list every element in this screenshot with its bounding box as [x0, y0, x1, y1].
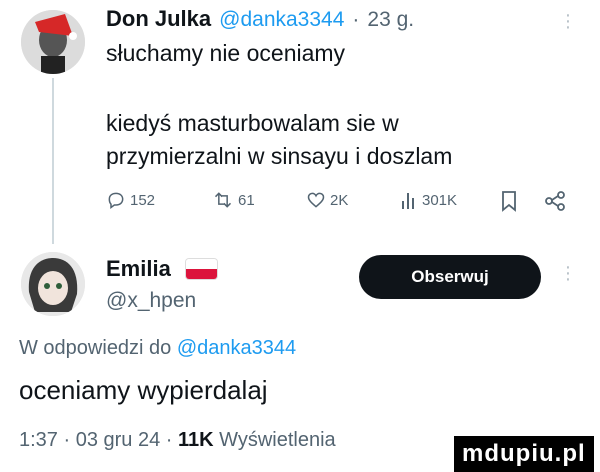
tweet1-line2: kiedyś masturbowalam sie w	[106, 110, 399, 136]
more-icon[interactable]: · · ·	[564, 5, 572, 37]
avatar-image	[21, 252, 85, 316]
retweet-button[interactable]: 61	[212, 190, 255, 210]
tweet1-header: Don Julka @danka3344 · 23 g.	[106, 6, 414, 32]
watermark-logo: mdupiu.pl	[454, 436, 594, 472]
reply-icon	[108, 192, 124, 209]
tweet-time[interactable]: 23 g.	[367, 8, 414, 32]
poland-flag-icon	[186, 259, 217, 279]
tweet-timestamp[interactable]: 1:37 · 03 gru 24 ·	[19, 429, 172, 451]
thread-line	[52, 78, 54, 244]
avatar-image	[21, 10, 85, 74]
avatar-don-julka[interactable]	[21, 10, 85, 74]
tweet1-line3: przymierzalni w sinsayu i doszlam	[106, 143, 453, 169]
retweet-count: 61	[238, 191, 255, 209]
bookmark-icon	[502, 191, 516, 212]
reply-to-handle[interactable]: @danka3344	[177, 337, 296, 359]
tweet1-line1: słuchamy nie oceniamy	[106, 40, 346, 66]
author-handle[interactable]: @danka3344	[219, 8, 344, 32]
reply-count: 152	[130, 191, 156, 209]
follow-button[interactable]: Obserwuj	[359, 255, 541, 299]
like-count: 2K	[330, 191, 349, 209]
retweet-icon	[214, 192, 232, 208]
views-label: Wyświetlenia	[219, 429, 336, 451]
views-total: 11K	[178, 429, 214, 451]
like-icon	[307, 192, 325, 208]
reply-prefix: W odpowiedzi do	[19, 337, 172, 359]
tweet2-text: oceniamy wypierdalaj	[19, 375, 268, 405]
more-icon-2[interactable]: · · ·	[564, 257, 572, 289]
share-button[interactable]	[544, 191, 566, 216]
views-count: 301K	[422, 191, 458, 209]
avatar-emilia[interactable]	[21, 252, 85, 316]
author-handle-emilia[interactable]: @x_hpen	[106, 289, 196, 313]
views-icon	[402, 193, 414, 209]
author-name[interactable]: Don Julka	[106, 6, 211, 32]
author-name-emilia[interactable]: Emilia	[106, 256, 171, 282]
views-button[interactable]: 301K	[400, 190, 457, 210]
reply-button[interactable]: 152	[106, 190, 155, 210]
like-button[interactable]: 2K	[306, 190, 348, 210]
bookmark-button[interactable]	[500, 190, 518, 217]
share-icon	[545, 191, 565, 211]
tweet2-meta: 1:37 · 03 gru 24 · 11K Wyświetlenia	[19, 429, 336, 452]
reply-context: W odpowiedzi do @danka3344	[19, 337, 296, 360]
separator-dot: ·	[352, 8, 360, 31]
